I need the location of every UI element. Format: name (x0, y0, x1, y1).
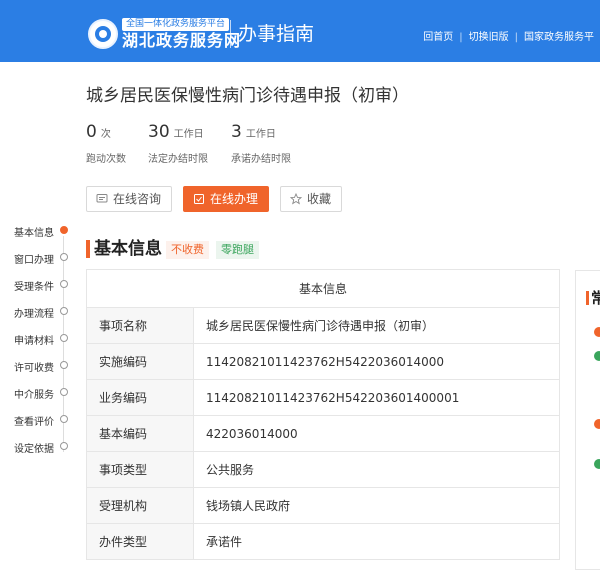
stat-label: 跑动次数 (86, 154, 126, 165)
consult-label: 在线咨询 (113, 192, 162, 206)
platform-tag: 全国一体化政务服务平台 (122, 18, 230, 31)
row-key: 实施编码 (86, 343, 194, 380)
national-platform-link[interactable]: 国家政务服务平 (518, 32, 600, 43)
row-key: 业务编码 (86, 379, 194, 416)
online-apply-button[interactable]: 在线办理 (183, 186, 269, 212)
leftnav-item-fees[interactable]: 许可收费 (14, 359, 54, 374)
leftnav-item-basic-info[interactable]: 基本信息 (14, 224, 54, 239)
table-row: 事项名称 城乡居民医保慢性病门诊待遇申报（初审） (86, 307, 560, 344)
leftnav-dot-active (60, 226, 68, 234)
stat-label: 法定办结时限 (148, 154, 208, 165)
table-header-row: 基本信息 (86, 269, 560, 308)
right-side-panel: 常 (575, 270, 600, 570)
leftnav-dot (60, 334, 68, 342)
star-icon (290, 193, 302, 205)
stat-legal-limit: 30 工作日 法定办结时限 (148, 122, 208, 165)
row-value: 城乡居民医保慢性病门诊待遇申报（初审） (193, 307, 560, 344)
stat-unit: 工作日 (173, 129, 204, 140)
table-row: 实施编码 11420821011423762H5422036014000 (86, 343, 560, 380)
chat-icon (96, 194, 108, 203)
site-name[interactable]: 湖北政务服务网 (122, 32, 241, 50)
home-link[interactable]: 回首页 (417, 32, 459, 43)
stat-label: 承诺办结时限 (231, 154, 291, 165)
apply-icon (194, 194, 204, 204)
leftnav-dot (60, 253, 68, 261)
site-header: 全国一体化政务服务平台 湖北政务服务网 办事指南 回首页 | 切换旧版 | 国家政务服务… (0, 0, 600, 62)
table-row: 办件类型 承诺件 (86, 523, 560, 560)
green-dot-icon (594, 351, 600, 361)
basic-info-heading: 基本信息 (94, 239, 162, 259)
table-title: 基本信息 (86, 269, 560, 308)
leftnav-dot (60, 442, 68, 450)
basic-info-table: 基本信息 事项名称 城乡居民医保慢性病门诊待遇申报（初审） 实施编码 11420… (86, 269, 560, 560)
stat-promised-limit: 3 工作日 承诺办结时限 (231, 122, 291, 165)
no-fee-badge: 不收费 (166, 241, 209, 259)
old-version-link[interactable]: 切换旧版 (463, 32, 515, 43)
leftnav-dot (60, 415, 68, 423)
table-row: 受理机构 钱场镇人民政府 (86, 487, 560, 524)
stat-value: 0 (86, 122, 97, 142)
panel-heading: 常 (591, 289, 600, 307)
hubei-emblem-icon (88, 19, 118, 49)
leftnav-item-conditions[interactable]: 受理条件 (14, 278, 54, 293)
row-value: 公共服务 (193, 451, 560, 488)
row-value: 钱场镇人民政府 (193, 487, 560, 524)
stat-unit: 工作日 (245, 129, 276, 140)
stat-value: 3 (231, 122, 242, 142)
top-links: 回首页 | 切换旧版 | 国家政务服务平 (417, 28, 600, 43)
leftnav-dot (60, 307, 68, 315)
favorite-label: 收藏 (307, 192, 332, 206)
table-row: 业务编码 11420821011423762H542203601400001 (86, 379, 560, 416)
stat-value: 30 (148, 122, 170, 142)
row-value: 11420821011423762H5422036014000 (193, 343, 560, 380)
apply-label: 在线办理 (210, 192, 259, 206)
orange-dot-icon (594, 327, 600, 337)
leftnav-dot (60, 280, 68, 288)
row-value: 承诺件 (193, 523, 560, 560)
header-divider (230, 20, 231, 48)
row-value: 11420821011423762H542203601400001 (193, 379, 560, 416)
row-value: 422036014000 (193, 415, 560, 452)
leftnav-item-process[interactable]: 办理流程 (14, 305, 54, 320)
favorite-button[interactable]: 收藏 (280, 186, 342, 212)
leftnav-item-reviews[interactable]: 查看评价 (14, 413, 54, 428)
orange-dot-icon (594, 419, 600, 429)
row-key: 办件类型 (86, 523, 194, 560)
leftnav-item-basis[interactable]: 设定依据 (14, 440, 54, 455)
leftnav-item-materials[interactable]: 申请材料 (14, 332, 54, 347)
online-consult-button[interactable]: 在线咨询 (86, 186, 172, 212)
table-row: 基本编码 422036014000 (86, 415, 560, 452)
leftnav-item-agency[interactable]: 中介服务 (14, 386, 54, 401)
section-accent-bar (86, 240, 90, 258)
section-title: 办事指南 (238, 23, 315, 45)
stat-visits: 0次 跑动次数 (86, 122, 126, 165)
table-row: 事项类型 公共服务 (86, 451, 560, 488)
row-key: 受理机构 (86, 487, 194, 524)
panel-accent-bar (586, 291, 589, 305)
row-key: 基本编码 (86, 415, 194, 452)
leftnav-dot (60, 361, 68, 369)
leftnav-item-window[interactable]: 窗口办理 (14, 251, 54, 266)
row-key: 事项名称 (86, 307, 194, 344)
leftnav-dot (60, 388, 68, 396)
row-key: 事项类型 (86, 451, 194, 488)
green-dot-icon (594, 459, 600, 469)
zero-visit-badge: 零跑腿 (216, 241, 259, 259)
item-title: 城乡居民医保慢性病门诊待遇申报（初审） (86, 86, 409, 106)
stat-unit: 次 (100, 129, 111, 140)
